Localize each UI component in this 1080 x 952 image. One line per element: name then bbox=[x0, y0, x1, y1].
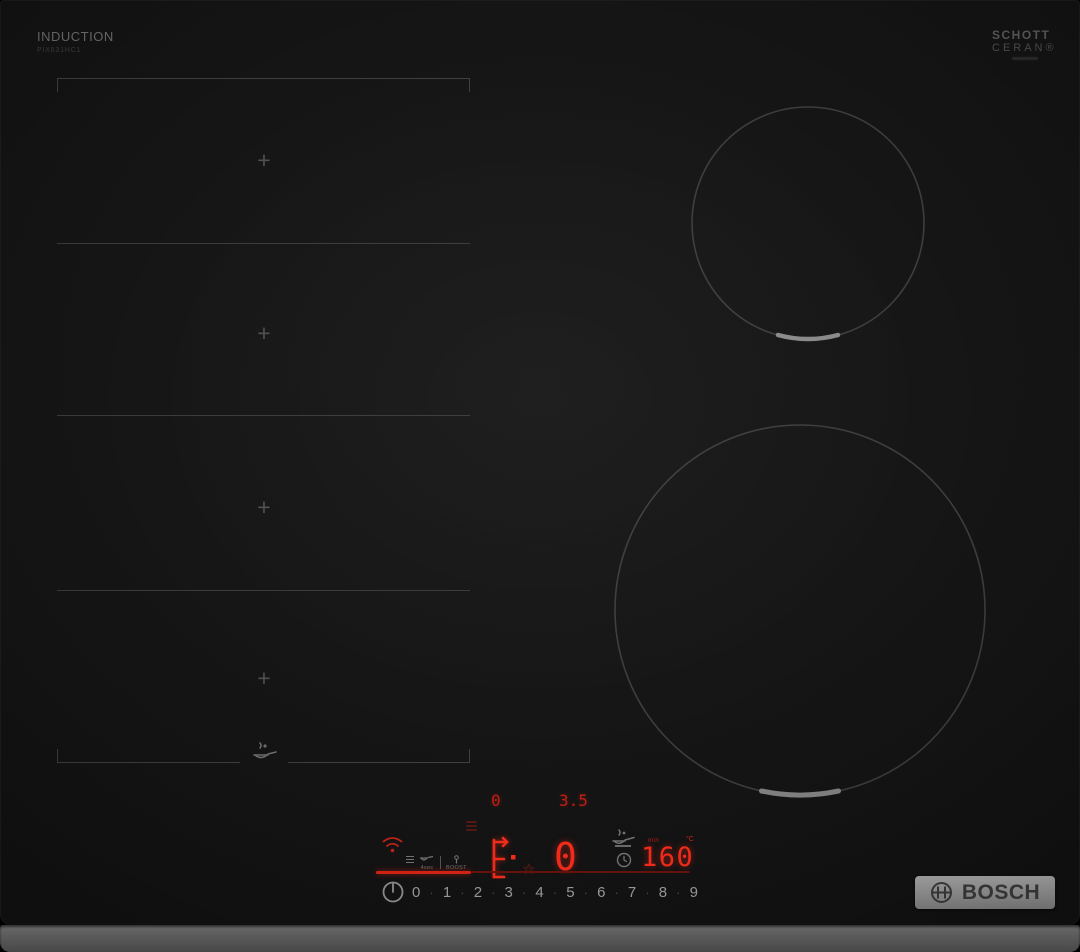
power-level-5[interactable]: 5 bbox=[566, 884, 574, 901]
move-pan-icon bbox=[420, 855, 434, 861]
level-dot: · bbox=[645, 885, 650, 900]
level-dot: · bbox=[460, 885, 465, 900]
move-pan-group: 4sec bbox=[419, 855, 435, 871]
timer-clock-icon[interactable] bbox=[616, 852, 632, 868]
flex-zone-level-display-right: 3.5 bbox=[559, 791, 588, 810]
level-dot: · bbox=[491, 885, 496, 900]
schott-line1: SCHOTT bbox=[992, 28, 1051, 42]
level-dot: · bbox=[676, 885, 681, 900]
cooking-zone-large bbox=[614, 424, 986, 798]
level-dot: · bbox=[552, 885, 558, 900]
label-divider bbox=[440, 856, 441, 869]
cooking-zone-small bbox=[691, 106, 925, 342]
printed-function-labels: 4sec BOOST bbox=[406, 855, 467, 871]
bosch-logo-badge: BOSCH bbox=[915, 876, 1055, 909]
boost-group: BOOST bbox=[446, 855, 467, 871]
power-slider-active-segment[interactable] bbox=[376, 871, 471, 874]
zone-center-mark: + bbox=[257, 320, 271, 346]
schott-ceran-logo: SCHOTT CERAN® bbox=[992, 28, 1057, 55]
flex-zone-top-bracket bbox=[57, 78, 470, 92]
zone-select-indicator-icon bbox=[466, 821, 477, 833]
power-level-4[interactable]: 4 bbox=[535, 884, 543, 901]
flex-zone-divider bbox=[57, 415, 470, 416]
schott-subtext bbox=[1012, 57, 1038, 60]
power-level-1[interactable]: 1 bbox=[443, 884, 451, 901]
power-button[interactable] bbox=[380, 879, 406, 905]
cooktop-product-photo: INDUCTION PIX631HC1 SCHOTT CERAN® + + + … bbox=[0, 0, 1080, 952]
flex-zone-divider bbox=[57, 590, 470, 591]
level-dot: · bbox=[521, 885, 527, 900]
level-dot: · bbox=[614, 885, 619, 900]
metal-trim-strip bbox=[0, 925, 1080, 952]
induction-label: INDUCTION bbox=[37, 29, 114, 44]
fry-sensor-zone-icon bbox=[240, 736, 288, 766]
boost-icon bbox=[454, 855, 459, 864]
home-connect-wifi-icon[interactable] bbox=[381, 834, 404, 854]
power-level-2[interactable]: 2 bbox=[474, 884, 482, 901]
power-level-strip[interactable]: 0 · 1 · 2 · 3 · 4 · 5 · 6 · 7 · 8 · 9 bbox=[412, 884, 698, 901]
flex-zone-level-display-left: 0 bbox=[491, 791, 501, 810]
zone-center-mark: + bbox=[257, 494, 271, 520]
bosch-anchor-icon bbox=[930, 882, 952, 903]
power-level-0[interactable]: 0 bbox=[412, 884, 420, 901]
temp-divider-line bbox=[615, 845, 631, 847]
fry-sensor-icon bbox=[612, 829, 635, 844]
power-level-8[interactable]: 8 bbox=[659, 884, 667, 901]
temperature-display: 160 bbox=[641, 842, 695, 873]
flex-zone-divider bbox=[57, 243, 470, 244]
zone-center-mark: + bbox=[257, 665, 271, 691]
keep-warm-star-icon[interactable]: ☆ bbox=[522, 860, 535, 878]
zone-center-mark: + bbox=[257, 147, 271, 173]
power-level-3[interactable]: 3 bbox=[505, 884, 513, 901]
model-code: PIX631HC1 bbox=[37, 47, 82, 54]
schott-line2: CERAN® bbox=[992, 42, 1057, 55]
level-dot: · bbox=[583, 885, 588, 900]
power-level-6[interactable]: 6 bbox=[597, 884, 605, 901]
power-level-9[interactable]: 9 bbox=[690, 884, 698, 901]
power-level-7[interactable]: 7 bbox=[628, 884, 636, 901]
grid-icon bbox=[406, 855, 414, 865]
level-dot: · bbox=[429, 885, 434, 900]
bosch-wordmark: BOSCH bbox=[961, 880, 1041, 904]
